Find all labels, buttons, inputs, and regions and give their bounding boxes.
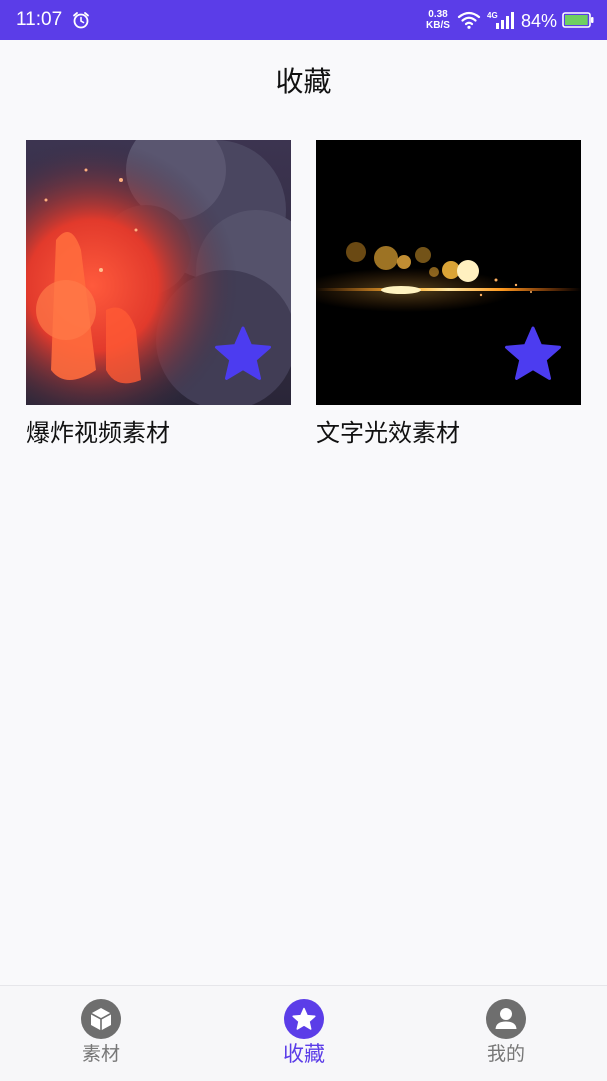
status-time: 11:07: [16, 9, 63, 30]
card-title: 文字光效素材: [316, 419, 460, 447]
light-flare-thumbnail[interactable]: [316, 140, 581, 405]
favorite-card[interactable]: 文字光效素材: [316, 140, 581, 451]
battery-icon: [562, 12, 594, 28]
status-bar: 11:07 0.38 KB/S 4G 84%: [0, 0, 607, 40]
wifi-icon: [457, 11, 481, 29]
favorite-card[interactable]: 爆炸视频素材: [26, 140, 291, 451]
star-icon: [284, 999, 324, 1039]
tab-label: 我的: [486, 1043, 525, 1065]
volcano-explosion-thumbnail[interactable]: [26, 140, 291, 405]
tab-mine[interactable]: 我的: [446, 998, 566, 1066]
page-title: 收藏: [275, 65, 332, 98]
card-title: 爆炸视频素材: [26, 419, 170, 447]
person-icon: [486, 999, 526, 1039]
network-speed-unit: KB/S: [426, 20, 450, 31]
bottom-navigation: 素材 收藏 我的: [0, 985, 607, 1081]
tab-label: 素材: [81, 1043, 120, 1065]
tab-label: 收藏: [283, 1042, 325, 1066]
network-type: 4G: [487, 11, 498, 20]
favorite-star-icon[interactable]: [213, 325, 273, 385]
signal-icon: 4G: [487, 11, 514, 29]
alarm-icon: [73, 12, 89, 29]
cube-icon: [81, 999, 121, 1039]
battery-percentage: 84%: [521, 11, 558, 31]
network-speed-value: 0.38: [428, 9, 448, 20]
tab-materials[interactable]: 素材: [41, 998, 161, 1066]
network-speed: 0.38 KB/S: [422, 9, 454, 31]
favorite-star-icon[interactable]: [503, 325, 563, 385]
tab-favorites[interactable]: 收藏: [244, 998, 364, 1066]
